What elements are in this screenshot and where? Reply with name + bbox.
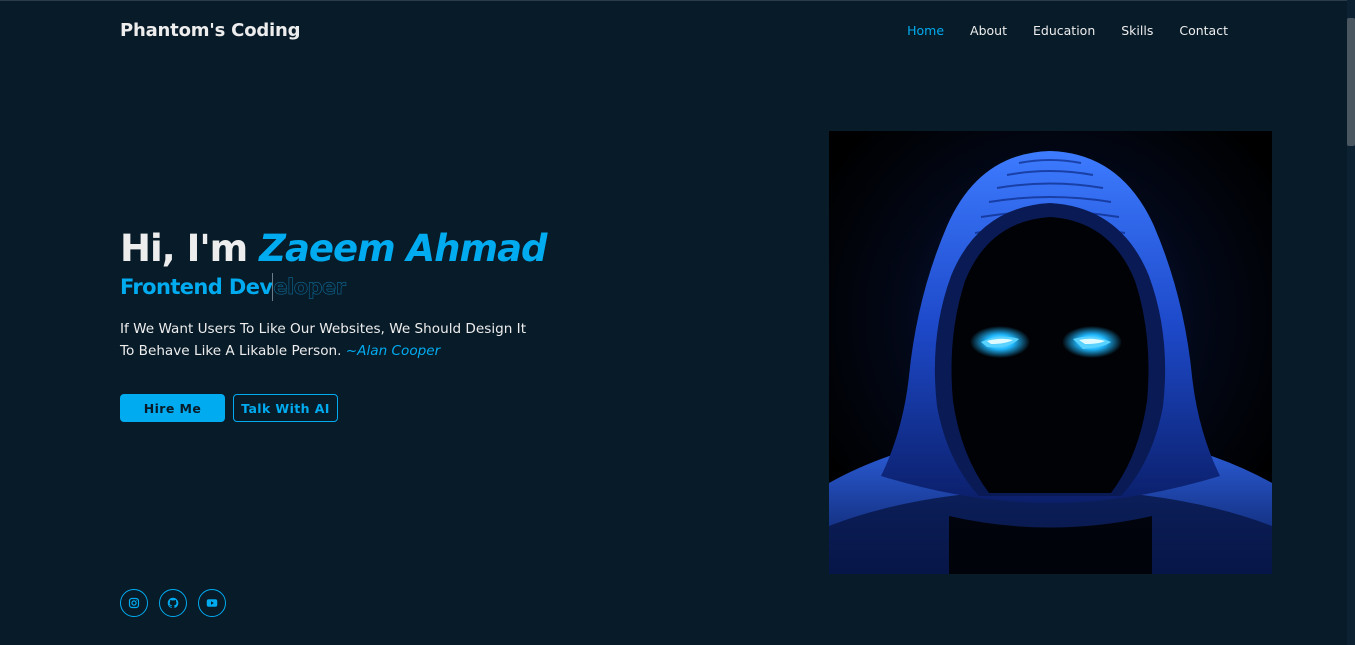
nav-about[interactable]: About bbox=[970, 23, 1007, 38]
hero-content: Hi, I'm Zaeem Ahmad Frontend Developer I… bbox=[120, 226, 560, 362]
hero-role: Frontend Developer bbox=[120, 273, 346, 301]
main-nav: Home About Education Skills Contact bbox=[907, 23, 1228, 38]
site-logo[interactable]: Phantom's Coding bbox=[120, 20, 301, 41]
quote-author: ~Alan Cooper bbox=[345, 343, 441, 359]
youtube-link[interactable] bbox=[198, 589, 226, 617]
nav-skills[interactable]: Skills bbox=[1121, 23, 1153, 38]
hero-quote: If We Want Users To Like Our Websites, W… bbox=[120, 318, 540, 362]
social-links bbox=[120, 589, 226, 617]
nav-contact[interactable]: Contact bbox=[1179, 23, 1228, 38]
nav-education[interactable]: Education bbox=[1033, 23, 1095, 38]
role-ghost-text: eloper bbox=[273, 275, 346, 300]
hero-buttons: Hire Me Talk With AI bbox=[120, 394, 338, 422]
scrollbar-thumb[interactable] bbox=[1347, 18, 1355, 146]
youtube-icon bbox=[206, 599, 218, 607]
role-typed-text: Frontend Dev bbox=[120, 275, 273, 299]
github-link[interactable] bbox=[159, 589, 187, 617]
hooded-figure-illustration bbox=[829, 131, 1272, 574]
instagram-icon bbox=[128, 597, 140, 609]
hero-portrait-image bbox=[829, 131, 1272, 574]
page-scrollbar[interactable] bbox=[1347, 0, 1355, 645]
nav-home[interactable]: Home bbox=[907, 23, 944, 38]
hero-greeting: Hi, I'm bbox=[120, 227, 248, 270]
hero-name: Zaeem Ahmad bbox=[259, 227, 547, 270]
instagram-link[interactable] bbox=[120, 589, 148, 617]
site-header: Phantom's Coding Home About Education Sk… bbox=[120, 0, 1228, 60]
github-icon bbox=[167, 597, 179, 609]
hire-me-button[interactable]: Hire Me bbox=[120, 394, 225, 422]
quote-text: If We Want Users To Like Our Websites, W… bbox=[120, 321, 527, 359]
hero-heading: Hi, I'm Zaeem Ahmad bbox=[120, 226, 560, 272]
talk-with-ai-button[interactable]: Talk With AI bbox=[233, 394, 338, 422]
